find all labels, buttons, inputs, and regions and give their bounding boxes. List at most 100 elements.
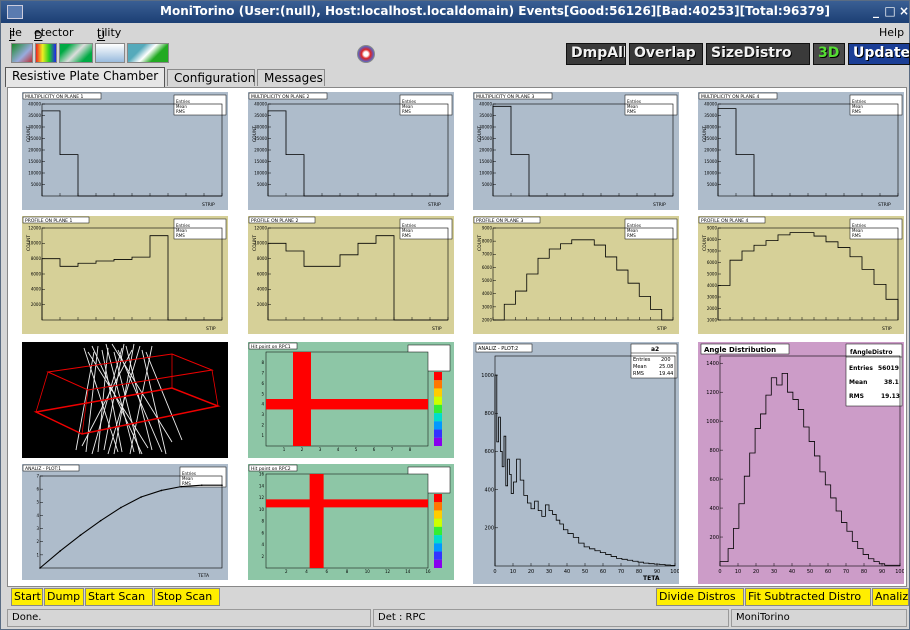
y-tick-label: 25000: [28, 136, 41, 141]
hit-row: [266, 499, 428, 508]
tab-configuration[interactable]: Configuration: [167, 69, 255, 86]
tool-histogram-icon[interactable]: [95, 43, 125, 63]
x-tick-label: 1: [283, 447, 286, 452]
pad-hit-rpc1[interactable]: Hit point on RPC1 1 2 3 4 5 6 7 8 1 2 3 4 5 6 7 8: [248, 342, 454, 458]
tab-messages[interactable]: Messages: [257, 69, 325, 86]
pad-3d-display[interactable]: [22, 342, 228, 458]
pad-profile-2[interactable]: PROFILE ON PLANE 2 Entries Mean RMS STIP…: [248, 216, 454, 334]
start-button[interactable]: Start: [11, 588, 43, 606]
y-tick-label: 10000: [28, 241, 41, 246]
y-tick-label: 4000: [257, 287, 268, 292]
y-tick-label: 12: [259, 495, 265, 500]
plot-frame: [492, 227, 674, 321]
y-tick-label: 30000: [704, 124, 717, 129]
stop-icon[interactable]: [357, 45, 375, 63]
palette-swatch: [434, 551, 442, 560]
tool-fit-icon[interactable]: [127, 43, 169, 63]
menu-utility[interactable]: Utility: [97, 26, 121, 42]
y-tick-label: 5000: [707, 182, 718, 187]
dmpall-button[interactable]: DmpAll: [566, 43, 626, 65]
divide-distros-button[interactable]: Divide Distros: [656, 588, 744, 606]
status-app: MoniTorino: [731, 609, 907, 627]
y-tick-label: 30000: [479, 124, 492, 129]
x-tick-label: 100: [670, 569, 679, 575]
pad-analiz-plot2[interactable]: ANALIZ - PLOT:2 a2 Entries 200 Mean 25.0…: [473, 342, 679, 584]
menu-help[interactable]: Help: [879, 26, 904, 39]
window-menu-icon[interactable]: [7, 5, 23, 19]
x-tick-label: 60: [825, 569, 831, 575]
pad-hit-rpc2[interactable]: Hit point on RPC2 2 4 6 8 10 12 14 16 2 4 6 8 10 12 14…: [248, 464, 454, 580]
x-tick-label: 16: [425, 569, 431, 574]
menu-detector[interactable]: Detector: [34, 26, 73, 42]
close-button[interactable]: ×: [897, 4, 910, 19]
plot-area: [265, 473, 429, 569]
pad-multiplicity-1[interactable]: MULTIPLICITY ON PLANE 1 Entries Mean RMS…: [22, 92, 228, 210]
fit-subtracted-distro-button[interactable]: Fit Subtracted Distro: [745, 588, 871, 606]
x-tick-label: 90: [879, 569, 885, 575]
title-bar[interactable]: MoniTorino (User:(null), Host:localhost.…: [1, 1, 909, 23]
x-tick-label: 6: [325, 569, 328, 574]
tool-palette-icon[interactable]: [35, 43, 57, 63]
tool-graph-icon[interactable]: [59, 43, 93, 63]
update-button[interactable]: Update: [848, 43, 910, 65]
menu-file[interactable]: File: [9, 26, 22, 42]
pad-multiplicity-3[interactable]: MULTIPLICITY ON PLANE 3 Entries Mean RMS…: [473, 92, 679, 210]
palette-swatch: [434, 559, 442, 568]
pad-title: MULTIPLICITY ON PLANE 4: [701, 94, 759, 100]
pad-profile-3[interactable]: PROFILE ON PLANE 3 Entries Mean RMS STIP…: [473, 216, 679, 334]
pad-profile-4[interactable]: PROFILE ON PLANE 4 Entries Mean RMS STIP…: [698, 216, 904, 334]
palette-swatch: [434, 510, 442, 519]
stop-scan-button[interactable]: Stop Scan: [154, 588, 220, 606]
chart-prof3: PROFILE ON PLANE 3 Entries Mean RMS STIP…: [473, 216, 678, 332]
pad-multiplicity-2[interactable]: MULTIPLICITY ON PLANE 2 Entries Mean RMS…: [248, 92, 454, 210]
pad-analiz-plot1[interactable]: ANALIZ - PLOT:1 Entries Mean RMS TETA 12…: [22, 464, 228, 580]
y-tick-label: 400: [484, 487, 494, 493]
minimize-button[interactable]: _: [869, 4, 883, 19]
track-line: [141, 349, 167, 455]
chart-hit1: Hit point on RPC1 1 2 3 4 5 6 7 8 1 2 3 4 5 6 7 8: [248, 342, 451, 452]
histogram-bars: [494, 374, 676, 566]
y-tick-label: 8: [261, 519, 264, 524]
start-scan-button[interactable]: Start Scan: [85, 588, 153, 606]
y-tick-label: 5000: [482, 278, 493, 283]
stats-title: a2: [651, 346, 659, 353]
chart-prof1: PROFILE ON PLANE 1 Entries Mean RMS STIP…: [22, 216, 227, 332]
main-window: MoniTorino (User:(null), Host:localhost.…: [0, 0, 910, 630]
chart-prof2: PROFILE ON PLANE 2 Entries Mean RMS STIP…: [248, 216, 453, 332]
pad-profile-1[interactable]: PROFILE ON PLANE 1 Entries Mean RMS STIP…: [22, 216, 228, 334]
palette-swatch: [434, 388, 442, 397]
x-tick-label: 6: [373, 447, 376, 452]
palette-swatch: [434, 437, 442, 446]
y-tick-label: 2000: [257, 302, 268, 307]
data-point: [120, 506, 122, 509]
stat-entries-label: Entries: [633, 357, 651, 363]
overlap-button[interactable]: Overlap: [629, 43, 703, 65]
sizedistro-button[interactable]: SizeDistro: [706, 43, 810, 65]
y-tick-label: 2000: [482, 317, 493, 322]
analiz-button[interactable]: Analiz: [872, 588, 909, 606]
x-tick-label: 4: [305, 569, 308, 574]
y-tick-label: 7000: [707, 248, 718, 253]
stat-mean-label: Mean: [849, 379, 867, 386]
dump-button[interactable]: Dump: [44, 588, 84, 606]
pad-angle-distribution[interactable]: Angle Distribution fAngleDistro Entries …: [698, 342, 904, 584]
plot-canvas[interactable]: MULTIPLICITY ON PLANE 1 Entries Mean RMS…: [7, 87, 907, 587]
pad-title: MULTIPLICITY ON PLANE 2: [251, 94, 309, 100]
y-tick-label: 4: [261, 402, 264, 407]
threed-button[interactable]: 3D: [813, 43, 845, 65]
pad-title: Angle Distribution: [704, 346, 776, 354]
y-tick-label: 3: [36, 526, 39, 531]
y-tick-label: 20000: [704, 147, 717, 152]
y-tick-label: 600: [484, 449, 494, 455]
y-tick-label: 6: [261, 530, 264, 535]
tab-resistive-plate-chamber[interactable]: Resistive Plate Chamber: [5, 67, 165, 87]
y-tick-label: 35000: [479, 113, 492, 118]
pad-multiplicity-4[interactable]: MULTIPLICITY ON PLANE 4 Entries Mean RMS…: [698, 92, 904, 210]
y-tick-label: 400: [709, 506, 719, 512]
tool-tree-icon[interactable]: [11, 43, 33, 63]
maximize-button[interactable]: □: [883, 4, 897, 19]
y-tick-label: 12000: [254, 225, 267, 230]
y-tick-label: 10000: [704, 170, 717, 175]
stat-rms-label: RMS: [402, 233, 411, 238]
x-tick-label: 70: [618, 569, 624, 575]
